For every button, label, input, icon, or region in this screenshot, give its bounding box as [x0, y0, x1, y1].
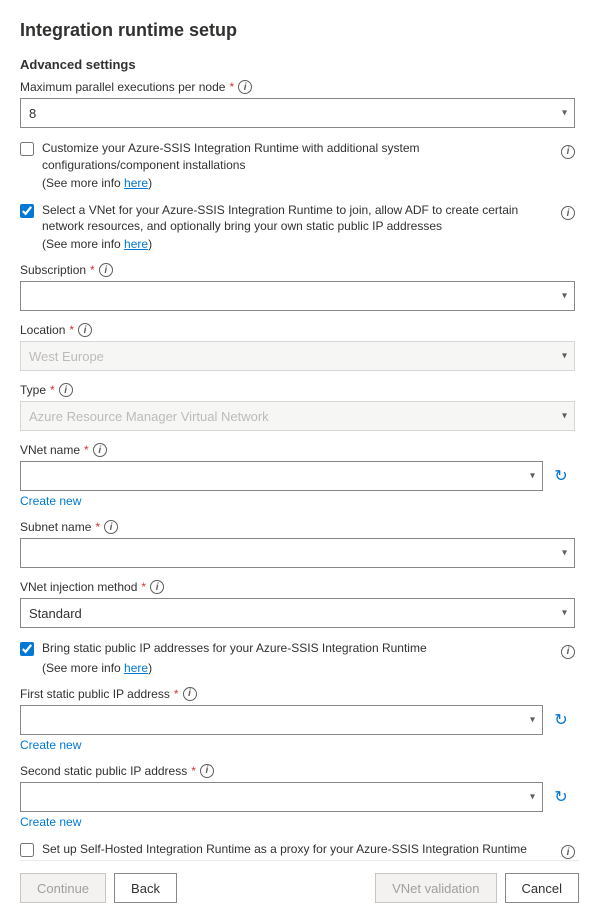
vnet-name-create-new-link[interactable]: Create new: [20, 494, 81, 508]
scrollable-content: Advanced settings Maximum parallel execu…: [20, 57, 579, 860]
static-ip-info-icon[interactable]: i: [561, 645, 575, 659]
customize-label: Customize your Azure-SSIS Integration Ru…: [42, 140, 553, 174]
self-hosted-info-icon[interactable]: i: [561, 845, 575, 859]
static-ip-group: Bring static public IP addresses for you…: [20, 640, 575, 675]
max-parallel-exec-select-wrapper: 8 1 2 4 16 ▾: [20, 98, 575, 128]
first-static-ip-group: First static public IP address * i ▾ ↻ C…: [20, 687, 575, 752]
vnet-label: Select a VNet for your Azure-SSIS Integr…: [42, 202, 553, 236]
subnet-name-group: Subnet name * i ▾: [20, 520, 575, 568]
first-static-ip-label: First static public IP address * i: [20, 687, 575, 701]
first-static-ip-create-new-link[interactable]: Create new: [20, 738, 81, 752]
static-ip-see-more: (See more info here): [42, 661, 575, 675]
vnet-select-group: Select a VNet for your Azure-SSIS Integr…: [20, 202, 575, 252]
page-title: Integration runtime setup: [20, 20, 579, 41]
location-select[interactable]: West Europe: [20, 341, 575, 371]
self-hosted-group: Set up Self-Hosted Integration Runtime a…: [20, 841, 575, 860]
back-button[interactable]: Back: [114, 873, 177, 903]
type-label: Type * i: [20, 383, 575, 397]
vnet-checkbox[interactable]: [20, 204, 34, 218]
type-select-wrapper: Azure Resource Manager Virtual Network ▾: [20, 401, 575, 431]
cancel-button[interactable]: Cancel: [505, 873, 579, 903]
subscription-info-icon[interactable]: i: [99, 263, 113, 277]
location-info-icon[interactable]: i: [78, 323, 92, 337]
vnet-name-info-icon[interactable]: i: [93, 443, 107, 457]
subscription-label: Subscription * i: [20, 263, 575, 277]
type-select[interactable]: Azure Resource Manager Virtual Network: [20, 401, 575, 431]
first-static-ip-refresh-button[interactable]: ↻: [547, 705, 575, 735]
first-static-ip-row: ▾ ↻: [20, 705, 575, 735]
second-static-ip-select[interactable]: [20, 782, 543, 812]
vnet-validation-button[interactable]: VNet validation: [375, 873, 496, 903]
static-ip-checkbox[interactable]: [20, 642, 34, 656]
subnet-name-label: Subnet name * i: [20, 520, 575, 534]
self-hosted-label: Set up Self-Hosted Integration Runtime a…: [42, 841, 527, 858]
type-info-icon[interactable]: i: [59, 383, 73, 397]
second-static-ip-row: ▾ ↻: [20, 782, 575, 812]
self-hosted-checkbox[interactable]: [20, 843, 34, 857]
continue-button[interactable]: Continue: [20, 873, 106, 903]
vnet-see-more: (See more info here): [42, 237, 575, 251]
vnet-injection-select-wrapper: Standard Express ▾: [20, 598, 575, 628]
type-group: Type * i Azure Resource Manager Virtual …: [20, 383, 575, 431]
customize-here-link[interactable]: here: [124, 176, 148, 190]
second-static-ip-label: Second static public IP address * i: [20, 764, 575, 778]
static-ip-here-link[interactable]: here: [124, 661, 148, 675]
vnet-name-group: VNet name * i ▾ ↻ Create new: [20, 443, 575, 508]
customize-group: Customize your Azure-SSIS Integration Ru…: [20, 140, 575, 190]
subnet-name-info-icon[interactable]: i: [104, 520, 118, 534]
customize-checkbox[interactable]: [20, 142, 34, 156]
location-select-wrapper: West Europe ▾: [20, 341, 575, 371]
second-static-ip-info-icon[interactable]: i: [200, 764, 214, 778]
location-label: Location * i: [20, 323, 575, 337]
subscription-select-wrapper: ▾: [20, 281, 575, 311]
footer: Continue Back VNet validation Cancel: [20, 860, 579, 915]
subscription-group: Subscription * i ▾: [20, 263, 575, 311]
static-ip-label: Bring static public IP addresses for you…: [42, 640, 427, 657]
max-parallel-exec-info-icon[interactable]: i: [238, 80, 252, 94]
first-static-ip-select[interactable]: [20, 705, 543, 735]
max-parallel-exec-group: Maximum parallel executions per node * i…: [20, 80, 575, 128]
vnet-injection-select[interactable]: Standard Express: [20, 598, 575, 628]
vnet-name-refresh-button[interactable]: ↻: [547, 461, 575, 491]
vnet-here-link[interactable]: here: [124, 237, 148, 251]
second-static-ip-group: Second static public IP address * i ▾ ↻ …: [20, 764, 575, 829]
vnet-injection-label: VNet injection method * i: [20, 580, 575, 594]
subnet-name-select-wrapper: ▾: [20, 538, 575, 568]
vnet-injection-info-icon[interactable]: i: [150, 580, 164, 594]
vnet-injection-group: VNet injection method * i Standard Expre…: [20, 580, 575, 628]
vnet-name-select[interactable]: [20, 461, 543, 491]
max-parallel-exec-select[interactable]: 8 1 2 4 16: [20, 98, 575, 128]
subnet-name-select[interactable]: [20, 538, 575, 568]
customize-see-more: (See more info here): [42, 176, 575, 190]
vnet-name-row: ▾ ↻: [20, 461, 575, 491]
advanced-settings-title: Advanced settings: [20, 57, 575, 72]
customize-info-icon[interactable]: i: [561, 145, 575, 159]
vnet-name-label: VNet name * i: [20, 443, 575, 457]
first-static-ip-info-icon[interactable]: i: [183, 687, 197, 701]
second-static-ip-refresh-button[interactable]: ↻: [547, 782, 575, 812]
second-static-ip-create-new-link[interactable]: Create new: [20, 815, 81, 829]
vnet-info-icon[interactable]: i: [561, 206, 575, 220]
subscription-select[interactable]: [20, 281, 575, 311]
location-group: Location * i West Europe ▾: [20, 323, 575, 371]
max-parallel-exec-label: Maximum parallel executions per node * i: [20, 80, 575, 94]
